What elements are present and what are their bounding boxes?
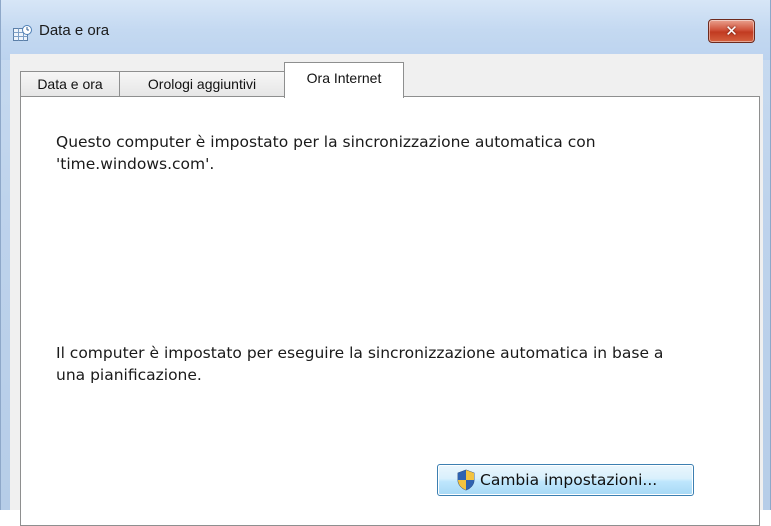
sync-status-line-1: Questo computer è impostato per la sincr… xyxy=(56,133,596,151)
close-icon: ✕ xyxy=(725,22,738,40)
schedule-text: Il computer è impostato per eseguire la … xyxy=(56,342,736,386)
change-settings-label: Cambia impostazioni... xyxy=(480,471,658,489)
internet-time-panel: Questo computer è impostato per la sincr… xyxy=(20,96,760,526)
schedule-line-1: Il computer è impostato per eseguire la … xyxy=(56,344,664,362)
close-button[interactable]: ✕ xyxy=(708,19,755,43)
dialog-body: Data e ora Orologi aggiuntivi Ora Intern… xyxy=(10,54,763,526)
date-time-icon xyxy=(13,25,32,41)
change-settings-button[interactable]: Cambia impostazioni... xyxy=(437,464,694,496)
sync-status-text: Questo computer è impostato per la sincr… xyxy=(56,131,736,175)
schedule-line-2: una pianificazione. xyxy=(56,366,202,384)
window-title: Data e ora xyxy=(39,22,110,39)
tab-internet-time[interactable]: Ora Internet xyxy=(284,62,404,98)
title-bar[interactable]: Data e ora ✕ xyxy=(1,0,770,60)
date-time-dialog: Data e ora ✕ Data e ora Orologi aggiunti… xyxy=(0,0,771,526)
tab-date-time[interactable]: Data e ora xyxy=(20,71,120,96)
sync-status-line-2: 'time.windows.com'. xyxy=(56,155,215,173)
uac-shield-icon xyxy=(457,469,475,491)
tab-additional-clocks[interactable]: Orologi aggiuntivi xyxy=(119,71,285,96)
tab-strip: Data e ora Orologi aggiuntivi Ora Intern… xyxy=(10,54,763,100)
